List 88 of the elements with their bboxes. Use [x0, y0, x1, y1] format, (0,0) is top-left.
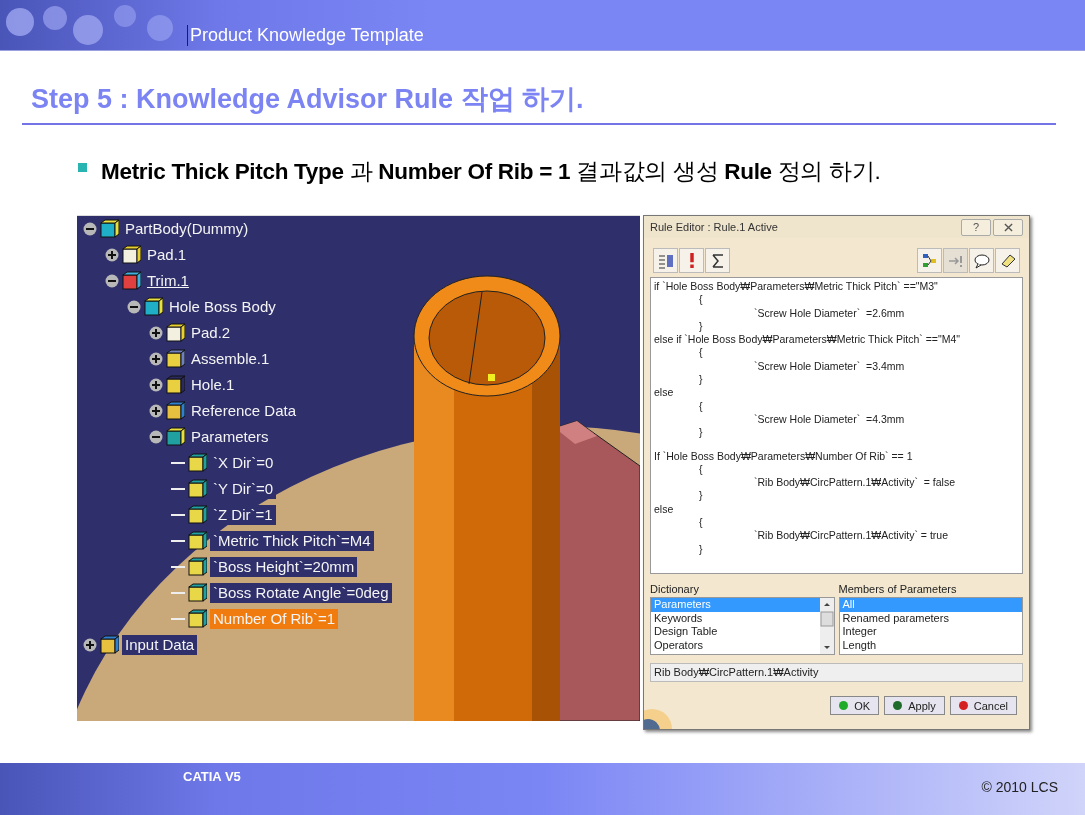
- list-label: Dictionary: [650, 583, 700, 597]
- expand-toggle[interactable]: [105, 274, 119, 288]
- parameter-icon: [187, 557, 207, 577]
- code-line: else: [654, 386, 675, 400]
- expand-toggle[interactable]: [149, 430, 163, 444]
- tree-item[interactable]: Input Data: [122, 635, 198, 655]
- expand-toggle[interactable]: [127, 300, 141, 314]
- bullet-text: Metric Thick Pitch Type 과 Number Of Rib = 1 결과값의 생성 Rule 정의 하기.: [101, 158, 881, 186]
- toolbar-button[interactable]: [917, 248, 942, 273]
- sigma-icon: [709, 252, 726, 269]
- close-icon: [1003, 222, 1013, 232]
- help-button[interactable]: ?: [961, 218, 991, 236]
- path-field[interactable]: Rib Body₩CircPattern.1₩Activity: [650, 663, 1023, 682]
- code-line: else: [654, 502, 675, 517]
- parameter-icon: [187, 479, 207, 499]
- list-item[interactable]: Integer: [839, 625, 1022, 639]
- code-line: if `Hole Boss Body₩Parameters₩Metric Thick Pitch` =="M3": [654, 280, 939, 294]
- dialog-title: Rule Editor : Rule.1 Active: [650, 221, 778, 233]
- copyright-text: © 2010 LCS: [981, 779, 1058, 795]
- feature-icon: [121, 271, 141, 291]
- scrollbar[interactable]: [819, 598, 834, 654]
- feature-icon: [99, 219, 119, 239]
- expand-toggle[interactable]: [149, 378, 163, 392]
- feature-icon: [165, 323, 185, 343]
- tree-item[interactable]: `Z Dir`=1: [210, 505, 276, 525]
- toolbar-button[interactable]: [653, 248, 678, 273]
- code-line: }: [698, 319, 704, 334]
- toolbar-button[interactable]: [995, 248, 1020, 273]
- code-line: {: [698, 462, 704, 477]
- parameter-icon: [187, 583, 207, 603]
- dialog-button[interactable]: Cancel: [949, 696, 1017, 715]
- code-line: }: [698, 542, 704, 556]
- parameter-icon: [187, 505, 207, 525]
- parameter-icon: [187, 531, 207, 551]
- code-line: {: [698, 399, 704, 413]
- expand-toggle[interactable]: [149, 326, 163, 340]
- presentation-title: Product Knowledge Template: [187, 25, 424, 46]
- code-line: `Rib Body₩CircPattern.1₩Activity` = false: [753, 476, 956, 490]
- close-button[interactable]: [993, 218, 1023, 236]
- expand-toggle[interactable]: [83, 638, 97, 652]
- feature-icon: [121, 245, 141, 265]
- exclamation-icon: [689, 253, 694, 268]
- tree-item[interactable]: `Boss Rotate Angle`=0deg: [210, 583, 392, 603]
- tree-item[interactable]: `Metric Thick Pitch`=M4: [210, 531, 374, 551]
- expand-toggle[interactable]: [149, 352, 163, 366]
- toolbar-button[interactable]: [679, 248, 704, 273]
- feature-icon: [165, 401, 185, 421]
- list-icon: [657, 252, 674, 269]
- list-item[interactable]: Design Table: [651, 625, 820, 639]
- speech-bubble-icon: [973, 252, 990, 269]
- expand-toggle[interactable]: [149, 404, 163, 418]
- code-line: `Screw Hole Diameter` =3.4mm: [753, 359, 906, 374]
- code-line: {: [698, 346, 704, 360]
- dialog-button[interactable]: Apply: [884, 696, 945, 715]
- footer-label: CATIA V5: [183, 769, 241, 784]
- code-line: If `Hole Boss Body₩Parameters₩Number Of Rib` == 1: [654, 449, 914, 463]
- dialog-button[interactable]: OK: [830, 696, 880, 715]
- feature-icon: [165, 349, 185, 369]
- network-icon: [921, 252, 938, 269]
- code-line: else if `Hole Boss Body₩Parameters₩Metric Thick Pitch` =="M4": [654, 333, 961, 347]
- list-item[interactable]: Renamed parameters: [839, 611, 1022, 625]
- list-item[interactable]: Operators: [651, 638, 820, 652]
- code-line: }: [698, 426, 704, 440]
- toolbar-button[interactable]: [705, 248, 730, 273]
- list-item[interactable]: Length: [839, 638, 1022, 652]
- bullet-icon: [78, 163, 87, 172]
- code-line: {: [698, 516, 704, 530]
- code-editor[interactable]: [650, 277, 1023, 574]
- feature-icon: [143, 297, 163, 317]
- code-line: `Screw Hole Diameter` =2.6mm: [753, 306, 906, 320]
- feature-icon: [99, 635, 119, 655]
- code-line: {: [698, 293, 704, 307]
- parameter-icon: [187, 453, 207, 473]
- code-line: }: [698, 373, 704, 387]
- list-label: Members of Parameters: [838, 583, 958, 597]
- code-line: `Screw Hole Diameter` =4.3mm: [753, 412, 906, 427]
- expand-toggle[interactable]: [105, 248, 119, 262]
- list-item[interactable]: Keywords: [651, 611, 820, 625]
- slide-heading: Step 5 : Knowledge Advisor Rule 작업 하기.: [31, 83, 584, 116]
- feature-icon: [165, 427, 185, 447]
- code-line: `Rib Body₩CircPattern.1₩Activity` = true: [753, 529, 949, 543]
- parameter-icon: [187, 609, 207, 629]
- feature-icon: [165, 375, 185, 395]
- expand-toggle[interactable]: [83, 222, 97, 236]
- toolbar-button[interactable]: [969, 248, 994, 273]
- code-line: }: [698, 489, 704, 503]
- tree-item[interactable]: `Boss Height`=20mm: [210, 557, 358, 577]
- eraser-icon: [999, 252, 1016, 269]
